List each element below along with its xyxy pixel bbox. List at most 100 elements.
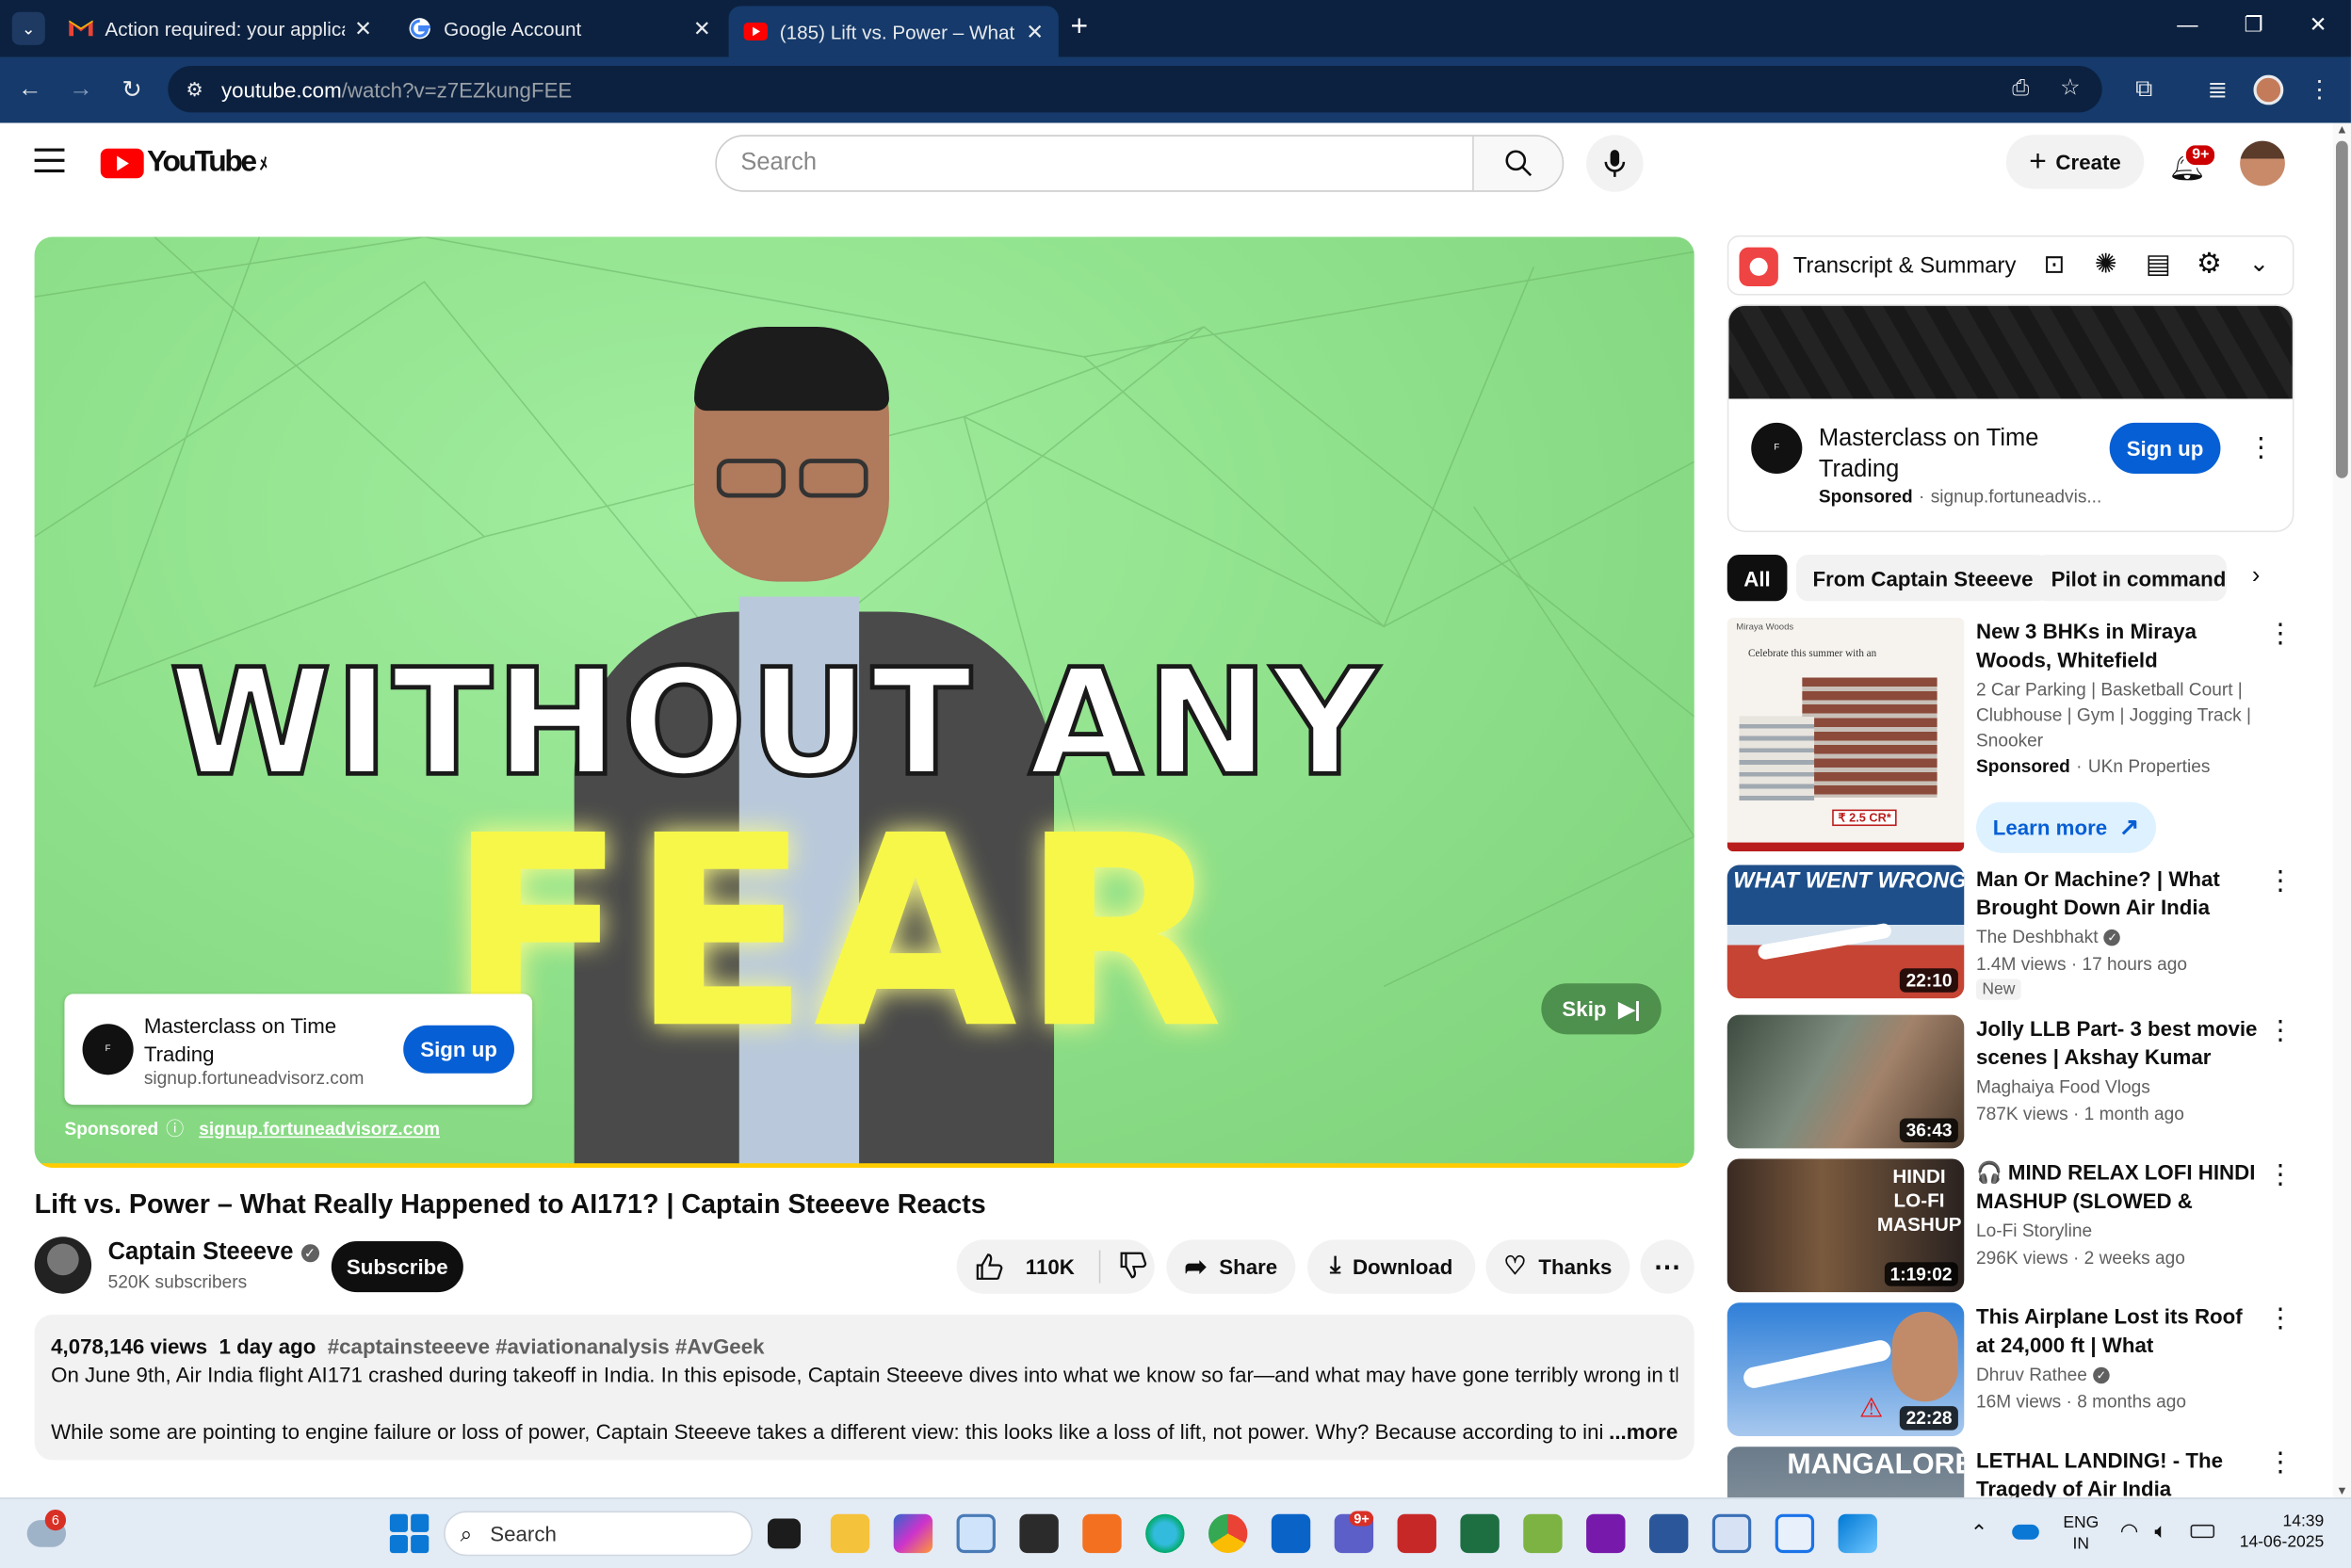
outlook-icon[interactable]	[1271, 1513, 1311, 1554]
hamburger-menu-icon[interactable]	[34, 148, 65, 173]
chrome-menu-icon[interactable]: ⋮	[2301, 72, 2337, 107]
bookmark-star-icon[interactable]: ☆	[2060, 73, 2080, 101]
onenote-icon[interactable]	[1586, 1513, 1626, 1554]
video-player[interactable]: WITHOUT ANY FEAR F Masterclass on Time T…	[34, 236, 1694, 1169]
file-explorer-icon[interactable]	[830, 1513, 870, 1554]
share-button[interactable]: ➦ Share	[1166, 1239, 1296, 1294]
description-box[interactable]: 4,078,146 views 1 day ago #captainsteeev…	[34, 1315, 1694, 1461]
channel-name[interactable]: Captain Steeeve	[108, 1239, 294, 1267]
more-options-icon[interactable]: ⋮	[2267, 865, 2294, 896]
windows-start-icon[interactable]	[389, 1513, 430, 1554]
sidebar-ad-card[interactable]: F Masterclass on Time Trading Sponsored …	[1727, 304, 2294, 533]
more-options-icon[interactable]: ⋮	[2267, 1015, 2294, 1046]
create-button[interactable]: + Create	[2005, 135, 2145, 189]
chips-next-chevron-icon[interactable]: ›	[2252, 564, 2260, 591]
edge-browser-icon[interactable]	[1145, 1513, 1185, 1554]
office-app-icon[interactable]	[1082, 1513, 1122, 1554]
window-app-icon[interactable]	[956, 1513, 996, 1554]
more-options-icon[interactable]: ⋮	[2267, 1302, 2294, 1334]
recommended-video[interactable]: 36:43 Jolly LLB Part- 3 best movie scene…	[1727, 1014, 2312, 1153]
word-icon[interactable]	[1648, 1513, 1689, 1554]
image-editor-icon[interactable]	[1523, 1513, 1563, 1554]
channel-name-row[interactable]: Captain Steeeve ✓	[108, 1239, 319, 1267]
close-tab-icon[interactable]: ✕	[354, 16, 372, 41]
sponsored-promo-item[interactable]: Miraya Woods Celebrate this summer with …	[1727, 617, 2312, 858]
settings-gear-icon[interactable]: ⚙	[2197, 248, 2222, 283]
show-hidden-icons-chevron[interactable]: ⌃	[1970, 1520, 1988, 1545]
browser-tab-google-account[interactable]: Google Account ✕	[393, 6, 725, 51]
chip-pilot-in-command[interactable]: Pilot in command	[2035, 554, 2227, 602]
close-tab-icon[interactable]: ✕	[1026, 19, 1044, 44]
channel-avatar[interactable]	[34, 1237, 92, 1294]
like-button[interactable]: 110K	[957, 1252, 1075, 1282]
language-indicator[interactable]: ENG IN	[2063, 1512, 2099, 1555]
chip-from-channel[interactable]: From Captain Steeeve	[1795, 554, 2051, 602]
maximize-icon[interactable]: ❐	[2237, 12, 2270, 38]
more-options-icon[interactable]: ⋮	[2267, 618, 2294, 649]
more-actions-button[interactable]: ⋯	[1640, 1239, 1694, 1294]
download-button[interactable]: ⤓ Download	[1307, 1239, 1476, 1294]
minimize-icon[interactable]: —	[2171, 12, 2204, 36]
battery-icon[interactable]	[2190, 1524, 2215, 1539]
chatgpt-icon[interactable]: ✺	[2095, 249, 2117, 280]
taskbar-search-box[interactable]: ⌕ Search	[444, 1511, 754, 1557]
chevron-down-icon[interactable]: ⌄	[2249, 249, 2269, 279]
remote-desktop-icon[interactable]	[1711, 1513, 1752, 1554]
robot-icon[interactable]: ⊡	[2044, 251, 2066, 281]
thanks-button[interactable]: ♡ Thanks	[1485, 1239, 1630, 1294]
excel-icon[interactable]	[1460, 1513, 1500, 1554]
search-button[interactable]	[1472, 136, 1563, 191]
browser-tab-youtube-active[interactable]: (185) Lift vs. Power – What Reall ✕	[728, 6, 1059, 57]
snipping-tool-icon[interactable]	[1775, 1513, 1815, 1554]
chip-all[interactable]: All	[1727, 554, 1788, 602]
channel-name[interactable]: Lo-Fi Storyline	[1976, 1220, 2092, 1241]
sponsored-url-link[interactable]: signup.fortuneadvisorz.com	[199, 1118, 440, 1139]
onedrive-cloud-icon[interactable]	[2012, 1524, 2039, 1540]
video-ad-card[interactable]: F Masterclass on Time Trading signup.for…	[64, 994, 533, 1106]
recommended-video[interactable]: MANGALORE LETHAL LANDING! - The Tragedy …	[1727, 1447, 2312, 1498]
ad-progress-bar[interactable]	[34, 1163, 1694, 1169]
forward-arrow-icon[interactable]: →	[63, 72, 99, 107]
channel-name[interactable]: Dhruv Rathee	[1976, 1365, 2087, 1385]
search-input[interactable]: Search	[717, 150, 1472, 177]
more-options-icon[interactable]: ⋮	[2267, 1447, 2294, 1478]
account-avatar[interactable]	[2240, 140, 2285, 186]
microsoft-365-icon[interactable]	[893, 1513, 933, 1554]
browser-tab-gmail[interactable]: Action required: your applicatio ✕	[54, 6, 386, 51]
transcript-doc-icon[interactable]: ▤	[2146, 249, 2171, 280]
ad-signup-button[interactable]: Sign up	[403, 1025, 514, 1074]
clock[interactable]: 14:39 14-06-2025	[2234, 1511, 2325, 1554]
reload-icon[interactable]: ↻	[114, 72, 150, 107]
sidebar-ad-signup-button[interactable]: Sign up	[2109, 422, 2221, 475]
recommended-video[interactable]: ⚠ 22:28 This Airplane Lost its Roof at 2…	[1727, 1302, 2312, 1440]
install-app-icon[interactable]: ⎙	[2012, 75, 2029, 101]
info-icon[interactable]: ⓘ	[166, 1115, 184, 1140]
channel-name[interactable]: The Deshbhakt	[1976, 927, 2099, 947]
skip-ad-button[interactable]: Skip ▶|	[1541, 983, 1662, 1035]
recommended-video[interactable]: HINDI LO-FI MASHUP 1:19:02 🎧 MIND RELAX …	[1727, 1158, 2312, 1296]
profile-avatar-icon[interactable]	[2250, 72, 2286, 107]
close-window-icon[interactable]: ✕	[2301, 12, 2334, 38]
scrollbar-thumb[interactable]	[2336, 140, 2348, 478]
wifi-icon[interactable]: ◠	[2120, 1518, 2138, 1544]
learn-more-button[interactable]: Learn more ↗	[1975, 801, 2157, 853]
terminal-icon[interactable]	[1019, 1513, 1059, 1554]
tab-search-dropdown[interactable]: ⌄	[11, 11, 45, 45]
show-more-link[interactable]: ...more	[1609, 1418, 1678, 1447]
ad-more-options-icon[interactable]: ⋮	[2247, 431, 2275, 462]
back-arrow-icon[interactable]: ←	[12, 72, 48, 107]
scroll-down-arrow-icon[interactable]: ▼	[2333, 1484, 2351, 1497]
close-tab-icon[interactable]: ✕	[693, 16, 711, 41]
channel-name[interactable]: Maghaiya Food Vlogs	[1976, 1076, 2150, 1097]
transcript-summary-extension-bar[interactable]: Transcript & Summary ⊡ ✺ ▤ ⚙ ⌄	[1727, 234, 2294, 296]
extensions-puzzle-icon[interactable]: ⧉	[2126, 72, 2162, 107]
volume-icon[interactable]: 🔈︎	[2154, 1518, 2166, 1544]
photos-icon[interactable]	[1838, 1513, 1877, 1554]
hashtags[interactable]: #captainsteeeve #aviationanalysis #AvGee…	[328, 1334, 765, 1358]
chrome-browser-icon[interactable]	[1208, 1513, 1248, 1554]
youtube-logo[interactable]: YouTube ﾒ	[100, 145, 268, 180]
new-tab-button[interactable]: +	[1071, 10, 1089, 45]
site-info-icon[interactable]: ⚙	[186, 77, 203, 101]
page-scrollbar[interactable]: ▲ ▼	[2332, 122, 2351, 1498]
voice-search-button[interactable]	[1586, 135, 1644, 192]
